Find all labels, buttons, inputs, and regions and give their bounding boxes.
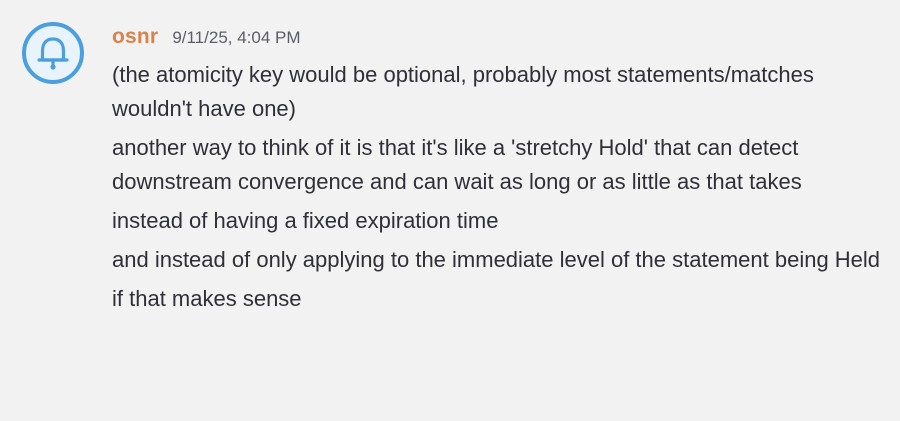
message-text: if that makes sense xyxy=(112,286,302,311)
timestamp[interactable]: 9/11/25, 4:04 PM xyxy=(172,28,300,48)
message-list: (the atomicity key would be optional, pr… xyxy=(112,58,882,321)
avatar[interactable] xyxy=(22,22,84,84)
message-text: and instead of only applying to the imme… xyxy=(112,247,881,272)
message-group: osnr 9/11/25, 4:04 PM (the atomicity key… xyxy=(0,0,900,421)
message-text: instead of having a fixed expiration tim… xyxy=(112,208,499,233)
message-header: osnr 9/11/25, 4:04 PM xyxy=(112,25,301,53)
author-name[interactable]: osnr xyxy=(112,25,158,49)
message-text: another way to think of it is that it's … xyxy=(112,135,802,194)
bell-icon xyxy=(33,33,73,73)
message-text: (the atomicity key would be optional, pr… xyxy=(112,62,814,121)
